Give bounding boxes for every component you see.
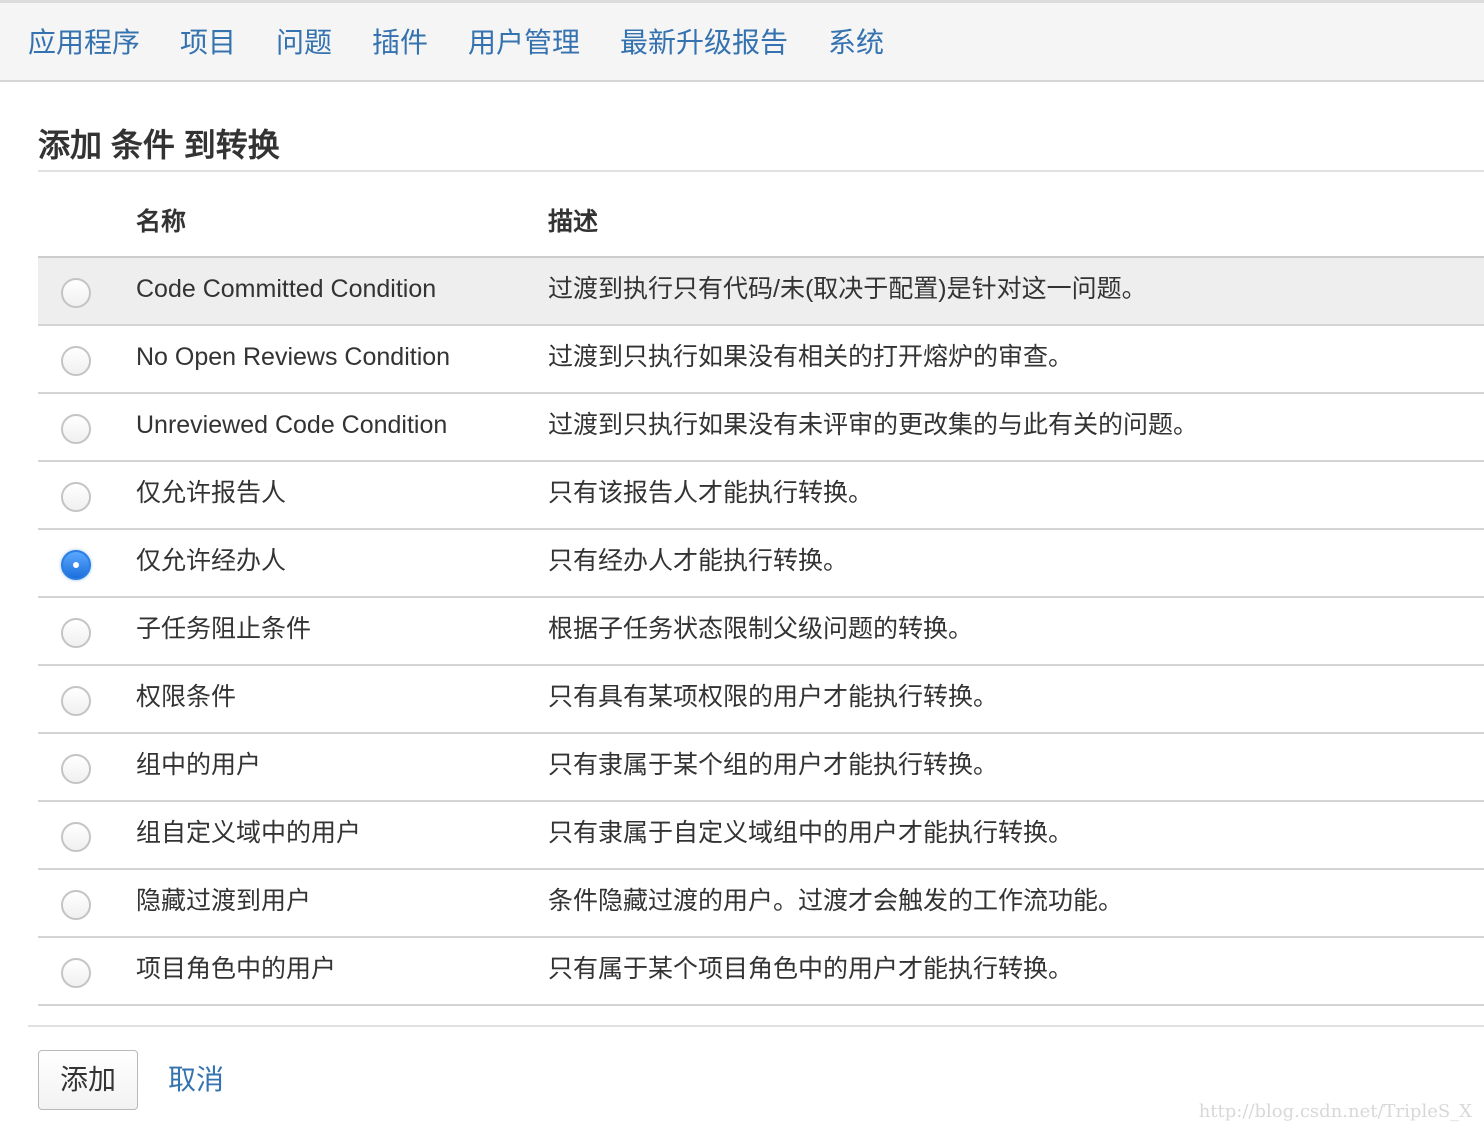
- condition-name: 仅允许经办人: [136, 547, 287, 575]
- condition-name: 仅允许报告人: [136, 479, 287, 507]
- condition-radio[interactable]: [61, 754, 91, 784]
- condition-row-reporter-only[interactable]: 仅允许报告人 只有该报告人才能执行转换。: [38, 462, 1484, 530]
- condition-row-subtask-blocking[interactable]: 子任务阻止条件 根据子任务状态限制父级问题的转换。: [38, 598, 1484, 666]
- add-button[interactable]: 添加: [38, 1050, 138, 1110]
- condition-radio[interactable]: [61, 278, 91, 308]
- condition-row-user-in-project-role[interactable]: 项目角色中的用户 只有属于某个项目角色中的用户才能执行转换。: [38, 938, 1484, 1006]
- condition-table: Code Committed Condition 过渡到执行只有代码/未(取决于…: [38, 258, 1484, 1006]
- nav-item-upgrade-report[interactable]: 最新升级报告: [620, 25, 788, 61]
- condition-name: Code Committed Condition: [136, 275, 437, 303]
- condition-name: Unreviewed Code Condition: [136, 411, 448, 439]
- cancel-link[interactable]: 取消: [168, 1062, 224, 1098]
- condition-name: 子任务阻止条件: [136, 615, 312, 643]
- condition-radio[interactable]: [61, 618, 91, 648]
- condition-name: 项目角色中的用户: [136, 955, 337, 983]
- condition-radio[interactable]: [61, 890, 91, 920]
- page-title: 添加 条件 到转换: [38, 127, 280, 163]
- condition-row-hide-transition[interactable]: 隐藏过渡到用户 条件隐藏过渡的用户。过渡才会触发的工作流功能。: [38, 870, 1484, 938]
- nav-item-applications[interactable]: 应用程序: [28, 25, 140, 61]
- condition-description: 只有经办人才能执行转换。: [548, 547, 849, 575]
- nav-item-issues[interactable]: 问题: [276, 25, 332, 61]
- condition-row-user-in-group-custom-field[interactable]: 组自定义域中的用户 只有隶属于自定义域组中的用户才能执行转换。: [38, 802, 1484, 870]
- footer-divider: [28, 1025, 1484, 1027]
- nav-item-plugins[interactable]: 插件: [372, 25, 428, 61]
- condition-description: 过渡到执行只有代码/未(取决于配置)是针对这一问题。: [548, 275, 1147, 303]
- nav-item-user-management[interactable]: 用户管理: [468, 25, 580, 61]
- condition-description: 只有具有某项权限的用户才能执行转换。: [548, 683, 999, 711]
- condition-radio-selected[interactable]: [61, 550, 91, 580]
- top-navigation-bar: 应用程序 项目 问题 插件 用户管理 最新升级报告 系统: [0, 0, 1484, 82]
- condition-description: 根据子任务状态限制父级问题的转换。: [548, 615, 974, 643]
- condition-row-no-open-reviews[interactable]: No Open Reviews Condition 过渡到只执行如果没有相关的打…: [38, 326, 1484, 394]
- condition-radio[interactable]: [61, 482, 91, 512]
- watermark: http://blog.csdn.net/TripleS_X: [1198, 1101, 1472, 1122]
- condition-radio[interactable]: [61, 958, 91, 988]
- nav-item-projects[interactable]: 项目: [180, 25, 236, 61]
- condition-name: 组中的用户: [136, 751, 262, 779]
- column-header-description: 描述: [548, 208, 599, 236]
- condition-row-permission[interactable]: 权限条件 只有具有某项权限的用户才能执行转换。: [38, 666, 1484, 734]
- condition-name: 组自定义域中的用户: [136, 819, 362, 847]
- condition-radio[interactable]: [61, 686, 91, 716]
- condition-description: 条件隐藏过渡的用户。过渡才会触发的工作流功能。: [548, 887, 1124, 915]
- condition-radio[interactable]: [61, 346, 91, 376]
- condition-description: 只有隶属于某个组的用户才能执行转换。: [548, 751, 999, 779]
- condition-name: 权限条件: [136, 683, 237, 711]
- condition-radio[interactable]: [61, 414, 91, 444]
- condition-description: 只有该报告人才能执行转换。: [548, 479, 874, 507]
- condition-radio[interactable]: [61, 822, 91, 852]
- condition-name: 隐藏过渡到用户: [136, 887, 312, 915]
- title-divider: [38, 170, 1484, 172]
- condition-row-user-in-group[interactable]: 组中的用户 只有隶属于某个组的用户才能执行转换。: [38, 734, 1484, 802]
- nav-item-system[interactable]: 系统: [828, 25, 884, 61]
- condition-row-unreviewed-code[interactable]: Unreviewed Code Condition 过渡到只执行如果没有未评审的…: [38, 394, 1484, 462]
- condition-name: No Open Reviews Condition: [136, 343, 451, 371]
- condition-description: 只有隶属于自定义域组中的用户才能执行转换。: [548, 819, 1074, 847]
- condition-description: 过渡到只执行如果没有未评审的更改集的与此有关的问题。: [548, 411, 1199, 439]
- condition-description: 过渡到只执行如果没有相关的打开熔炉的审查。: [548, 343, 1074, 371]
- condition-description: 只有属于某个项目角色中的用户才能执行转换。: [548, 955, 1074, 983]
- condition-row-code-committed[interactable]: Code Committed Condition 过渡到执行只有代码/未(取决于…: [38, 258, 1484, 326]
- condition-row-assignee-only[interactable]: 仅允许经办人 只有经办人才能执行转换。: [38, 530, 1484, 598]
- column-header-name: 名称: [136, 208, 187, 236]
